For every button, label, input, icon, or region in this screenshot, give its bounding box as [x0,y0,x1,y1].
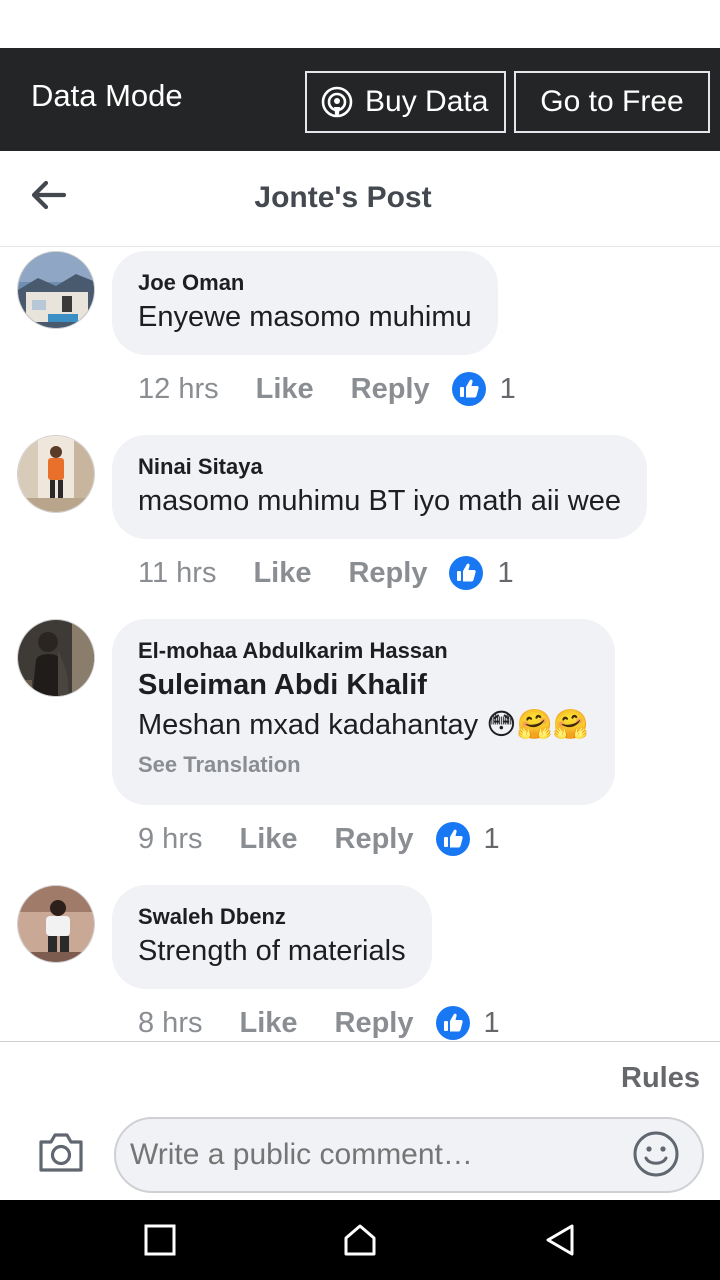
comment-input[interactable] [114,1117,704,1193]
recents-square-icon[interactable] [142,1222,178,1258]
comment-bubble: Ninai Sitaya masomo muhimu BT iyo math a… [112,435,647,539]
like-button[interactable]: Like [239,823,297,856]
comment-author[interactable]: Joe Oman [138,269,472,297]
like-button[interactable]: Like [253,557,311,590]
back-triangle-icon[interactable] [542,1222,578,1258]
comment-time[interactable]: 9 hrs [138,823,202,856]
reaction-count[interactable]: 1 [500,373,516,406]
reaction-count[interactable]: 1 [484,823,500,856]
comment-actions: 12 hrs Like Reply 1 [138,369,516,409]
comment-composer: Rules [0,1041,720,1200]
comment-author[interactable]: Ninai Sitaya [138,453,621,481]
comment-bubble: Swaleh Dbenz Strength of materials [112,885,432,989]
reply-button[interactable]: Reply [335,823,414,856]
reaction-count[interactable]: 1 [497,557,513,590]
home-icon[interactable] [342,1222,378,1258]
reaction-count[interactable]: 1 [484,1007,500,1040]
avatar[interactable] [17,619,95,697]
smiley-icon[interactable] [632,1130,680,1178]
comment-bubble: Joe Oman Enyewe masomo muhimu [112,251,498,355]
like-button[interactable]: Like [239,1007,297,1040]
thumbs-up-icon[interactable] [451,372,486,406]
comment-author[interactable]: El-mohaa Abdulkarim Hassan [138,637,589,665]
rules-link[interactable]: Rules [621,1062,700,1095]
thumbs-up-icon[interactable] [435,1006,470,1040]
comment-text: Enyewe masomo muhimu [138,301,472,333]
data-mode-label: Data Mode [31,78,183,113]
go-to-free-button[interactable]: Go to Free [514,71,710,133]
reply-button[interactable]: Reply [335,1007,414,1040]
comment-time[interactable]: 11 hrs [138,557,216,590]
comment-text: Meshan mxad kadahantay 😳🤗🤗 [138,709,589,741]
reply-button[interactable]: Reply [348,557,427,590]
camera-icon[interactable] [37,1130,85,1174]
comment-author[interactable]: Swaleh Dbenz [138,903,406,931]
thumbs-up-icon[interactable] [435,822,470,856]
avatar[interactable] [17,435,95,513]
go-to-free-label: Go to Free [540,85,684,118]
see-translation-link[interactable]: See Translation [138,749,589,781]
comments-list: Joe Oman Enyewe masomo muhimu 12 hrs Lik… [0,248,720,1041]
comment-actions: 9 hrs Like Reply 1 [138,819,500,859]
system-navigation-bar [0,1200,720,1280]
comment-time[interactable]: 8 hrs [138,1007,202,1040]
comment-text: masomo muhimu BT iyo math aii wee [138,485,621,517]
podcast-signal-icon [321,86,353,118]
buy-data-label: Buy Data [365,85,489,118]
avatar[interactable] [17,885,95,963]
thumbs-up-icon[interactable] [449,556,484,590]
buy-data-button[interactable]: Buy Data [305,71,506,133]
comment-bubble: El-mohaa Abdulkarim Hassan Suleiman Abdi… [112,619,615,805]
comment-mention[interactable]: Suleiman Abdi Khalif [138,665,589,705]
like-button[interactable]: Like [256,373,314,406]
comment-actions: 8 hrs Like Reply 1 [138,1003,500,1041]
post-header: Jonte's Post [0,151,720,247]
reply-button[interactable]: Reply [351,373,430,406]
comment-actions: 11 hrs Like Reply 1 [138,553,514,593]
comment-text: Strength of materials [138,935,406,967]
avatar[interactable] [17,251,95,329]
page-title: Jonte's Post [254,181,432,214]
comment-time[interactable]: 12 hrs [138,373,219,406]
status-bar [0,0,720,48]
data-mode-bar: Data Mode Buy Data Go to Free [0,48,720,151]
